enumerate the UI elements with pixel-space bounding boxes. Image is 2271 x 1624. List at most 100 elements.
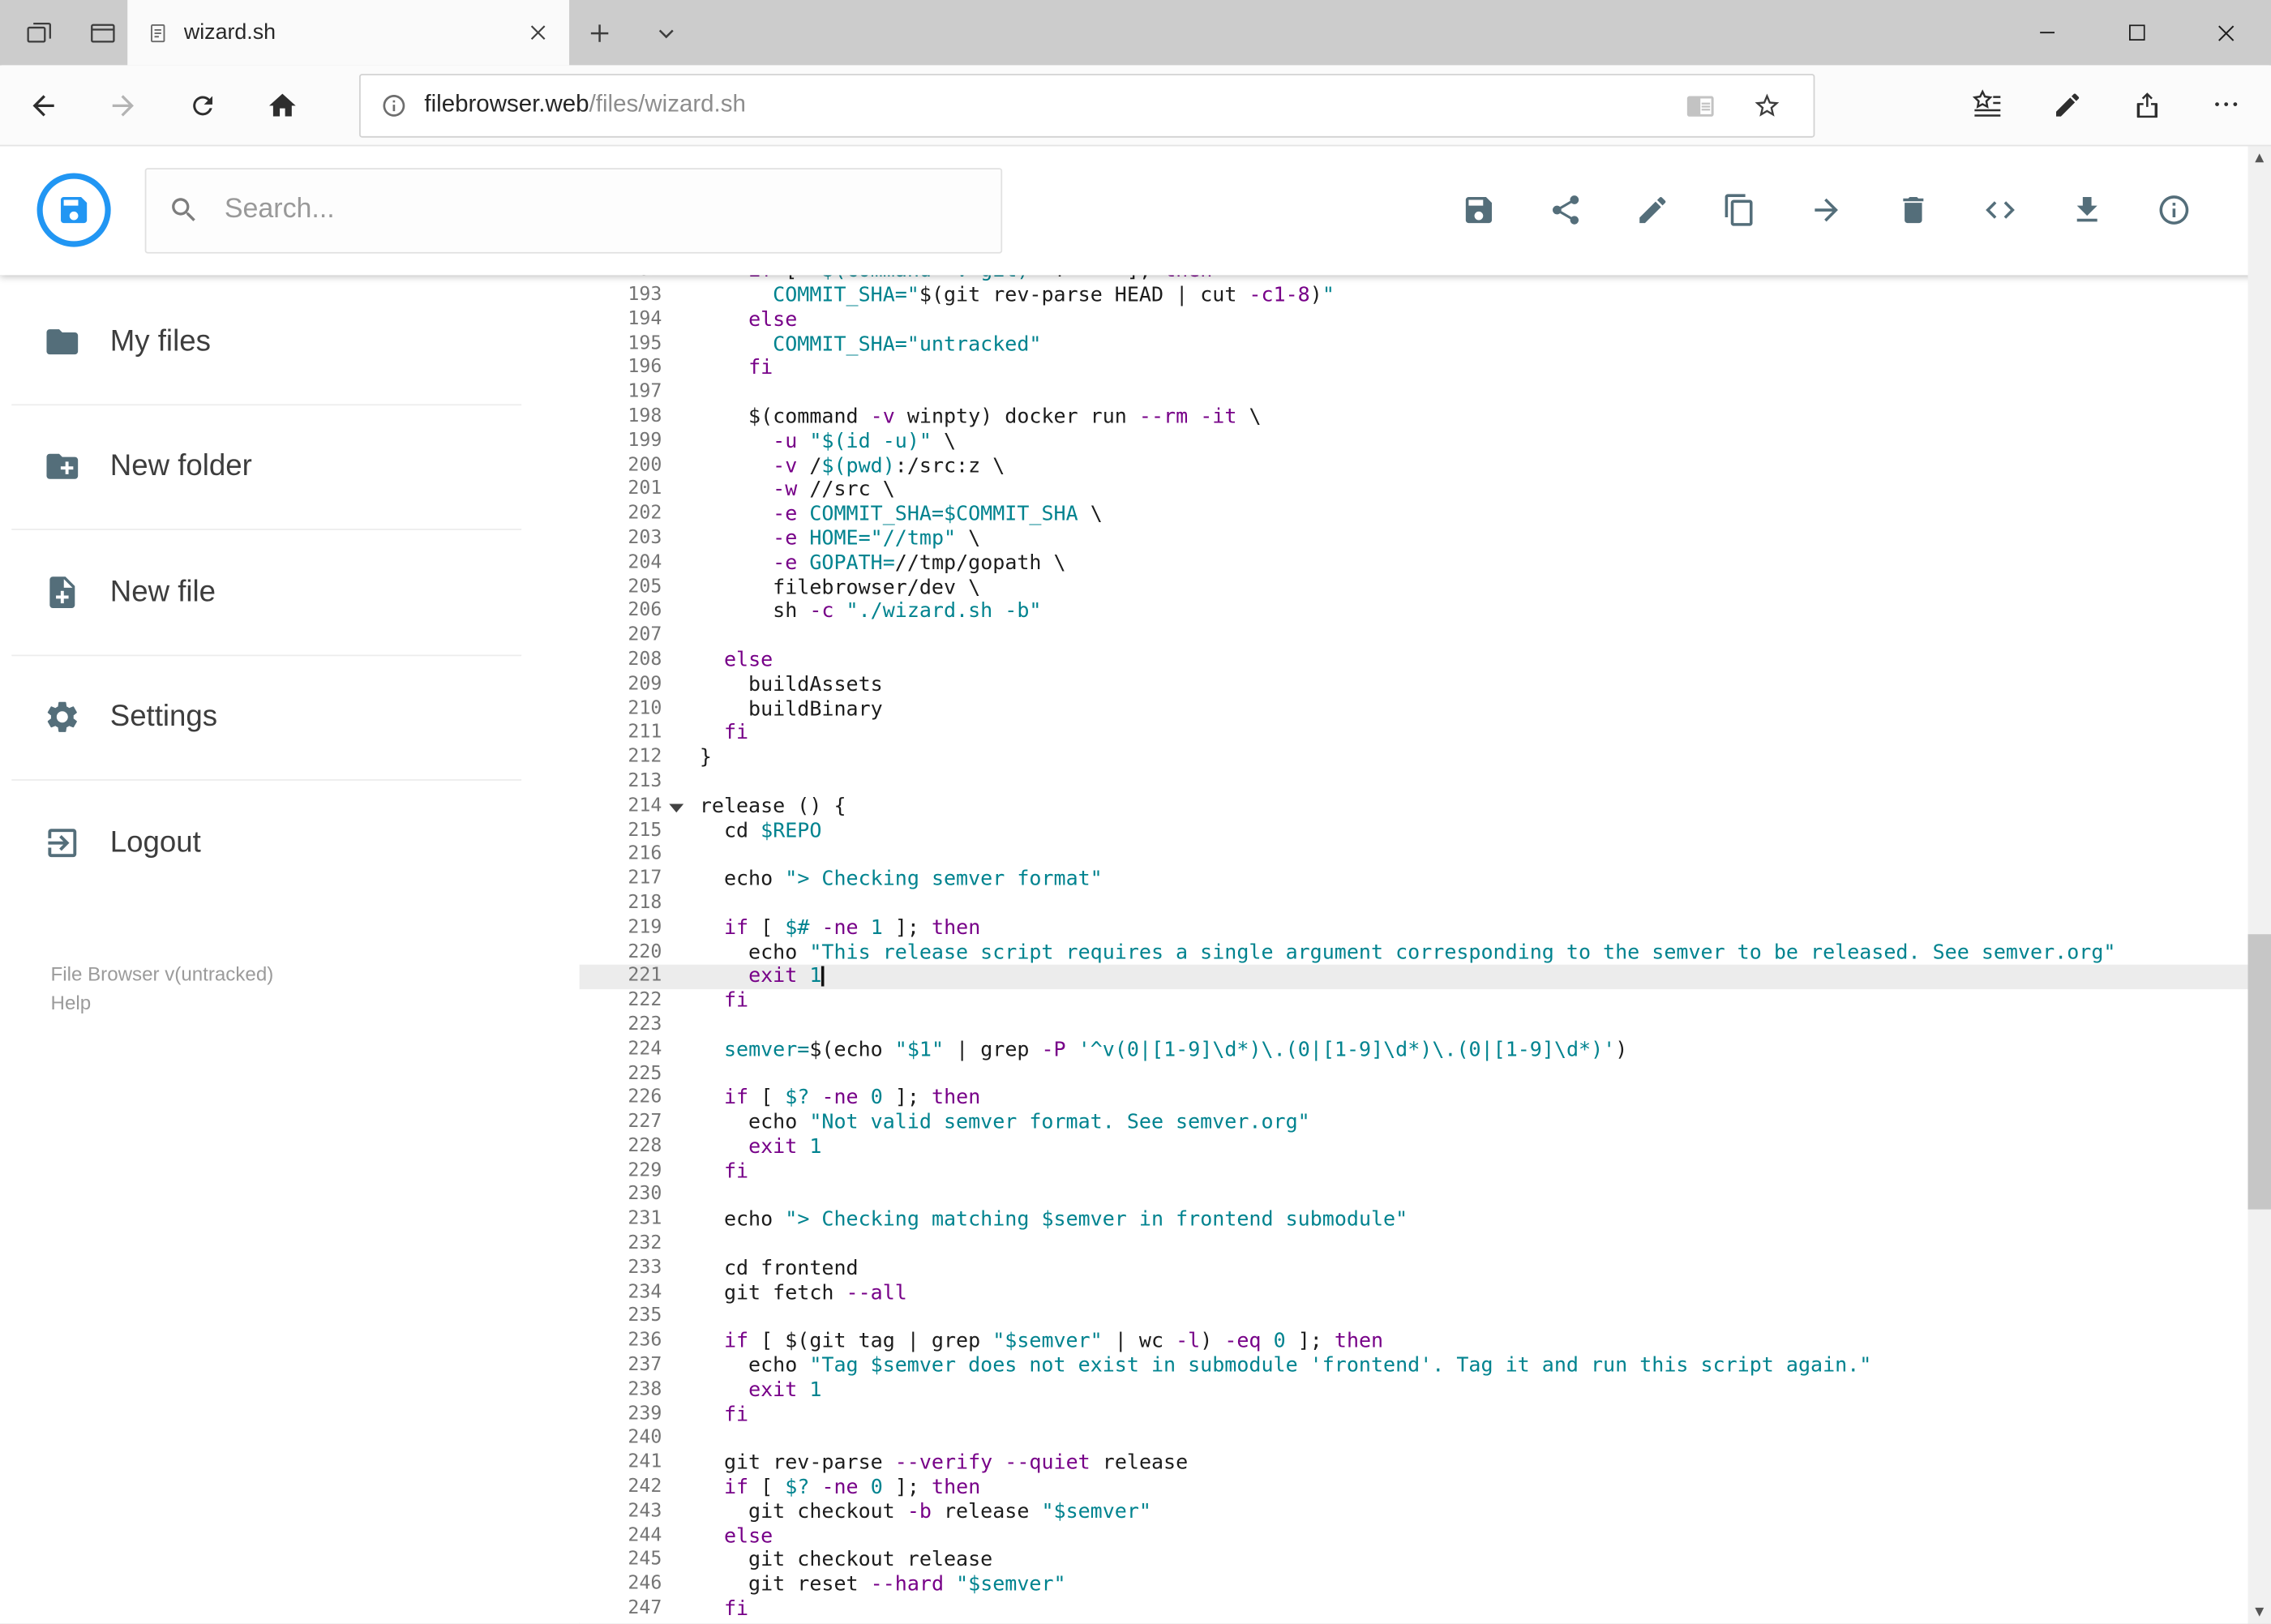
code-line-222[interactable]: 222 fi	[580, 989, 2248, 1013]
code-line-227[interactable]: 227 echo "Not valid semver format. See s…	[580, 1111, 2248, 1135]
code-line-205[interactable]: 205 filebrowser/dev \	[580, 576, 2248, 600]
code-line-192[interactable]: 192 if [ "$(command -v git)" != "" ]; th…	[580, 275, 2248, 284]
code-line-220[interactable]: 220 echo "This release script requires a…	[580, 941, 2248, 965]
code-line-242[interactable]: 242 if [ $? -ne 0 ]; then	[580, 1476, 2248, 1500]
tabs-aside-button[interactable]	[15, 0, 64, 65]
share-button[interactable]	[1549, 193, 1583, 228]
code-line-193[interactable]: 193 COMMIT_SHA="$(git rev-parse HEAD | c…	[580, 284, 2248, 308]
code-line-238[interactable]: 238 exit 1	[580, 1378, 2248, 1403]
minimize-button[interactable]	[2002, 0, 2092, 65]
code-line-213[interactable]: 213	[580, 770, 2248, 795]
delete-button[interactable]	[1896, 193, 1930, 228]
code-line-197[interactable]: 197	[580, 381, 2248, 405]
code-line-212[interactable]: 212}	[580, 746, 2248, 770]
code-line-236[interactable]: 236 if [ $(git tag | grep "$semver" | wc…	[580, 1330, 2248, 1354]
code-line-216[interactable]: 216	[580, 843, 2248, 868]
save-button[interactable]	[1461, 193, 1496, 228]
browser-tab[interactable]: wizard.sh	[127, 0, 570, 66]
code-editor[interactable]: 192 if [ "$(command -v git)" != "" ]; th…	[579, 275, 2248, 1624]
fold-marker-icon[interactable]	[662, 795, 699, 819]
rename-button[interactable]	[1635, 193, 1670, 228]
url-text[interactable]: filebrowser.web/files/wizard.sh	[424, 92, 745, 119]
info-button[interactable]	[2157, 193, 2192, 228]
help-link[interactable]: Help	[51, 992, 92, 1014]
scrollbar-thumb[interactable]	[2247, 934, 2271, 1210]
sidebar-item-new-file[interactable]: New file	[0, 530, 580, 654]
code-line-247[interactable]: 247 fi	[580, 1597, 2248, 1622]
code-line-194[interactable]: 194 else	[580, 308, 2248, 332]
code-line-234[interactable]: 234 git fetch --all	[580, 1281, 2248, 1305]
code-line-200[interactable]: 200 -v /$(pwd):/src:z \	[580, 454, 2248, 478]
code-line-223[interactable]: 223	[580, 1013, 2248, 1038]
code-line-208[interactable]: 208 else	[580, 649, 2248, 673]
code-line-237[interactable]: 237 echo "Tag $semver does not exist in …	[580, 1354, 2248, 1378]
back-button[interactable]	[11, 73, 75, 137]
tab-preview-button[interactable]	[78, 0, 127, 65]
code-line-202[interactable]: 202 -e COMMIT_SHA=$COMMIT_SHA \	[580, 503, 2248, 527]
hub-favorites-button[interactable]	[1956, 72, 2020, 136]
scroll-down-button[interactable]: ▼	[2247, 1599, 2271, 1623]
code-line-209[interactable]: 209 buildAssets	[580, 673, 2248, 697]
code-line-203[interactable]: 203 -e HOME="//tmp" \	[580, 527, 2248, 551]
source-code-button[interactable]	[1983, 193, 2018, 228]
code-line-244[interactable]: 244 else	[580, 1524, 2248, 1549]
code-line-245[interactable]: 245 git checkout release	[580, 1549, 2248, 1573]
code-line-243[interactable]: 243 git checkout -b release "$semver"	[580, 1500, 2248, 1524]
code-line-210[interactable]: 210 buildBinary	[580, 697, 2248, 722]
code-line-241[interactable]: 241 git rev-parse --verify --quiet relea…	[580, 1451, 2248, 1476]
code-line-239[interactable]: 239 fi	[580, 1403, 2248, 1427]
page-scrollbar[interactable]: ▲ ▼	[2247, 144, 2271, 1624]
app-logo[interactable]	[36, 173, 112, 248]
code-line-215[interactable]: 215 cd $REPO	[580, 819, 2248, 843]
sidebar-item-my-files[interactable]: My files	[0, 280, 580, 404]
site-info-icon[interactable]	[381, 92, 407, 118]
code-line-221[interactable]: 221 exit 1	[579, 965, 2248, 990]
search-box[interactable]	[144, 167, 1003, 253]
code-line-219[interactable]: 219 if [ $# -ne 1 ]; then	[580, 916, 2248, 941]
code-line-233[interactable]: 233 cd frontend	[580, 1257, 2248, 1281]
tab-list-chevron-button[interactable]	[641, 0, 691, 65]
code-line-217[interactable]: 217 echo "> Checking semver format"	[580, 868, 2248, 892]
share-page-button[interactable]	[2115, 72, 2179, 136]
move-button[interactable]	[1809, 193, 1844, 228]
web-note-button[interactable]	[2035, 72, 2099, 136]
code-line-246[interactable]: 246 git reset --hard "$semver"	[580, 1573, 2248, 1597]
more-options-button[interactable]	[2194, 72, 2258, 136]
code-line-235[interactable]: 235	[580, 1305, 2248, 1330]
code-line-195[interactable]: 195 COMMIT_SHA="untracked"	[580, 332, 2248, 357]
code-line-228[interactable]: 228 exit 1	[580, 1135, 2248, 1159]
code-line-240[interactable]: 240	[580, 1427, 2248, 1451]
code-line-207[interactable]: 207	[580, 624, 2248, 649]
refresh-button[interactable]	[171, 73, 235, 137]
sidebar-item-logout[interactable]: Logout	[0, 781, 580, 905]
code-line-225[interactable]: 225	[580, 1062, 2248, 1086]
code-line-211[interactable]: 211 fi	[580, 722, 2248, 746]
maximize-button[interactable]	[2092, 0, 2182, 65]
code-line-201[interactable]: 201 -w //src \	[580, 478, 2248, 503]
reading-view-button[interactable]	[1674, 79, 1726, 131]
address-bar[interactable]: filebrowser.web/files/wizard.sh	[359, 73, 1815, 137]
code-line-224[interactable]: 224 semver=$(echo "$1" | grep -P '^v(0|[…	[580, 1038, 2248, 1062]
code-line-198[interactable]: 198 $(command -v winpty) docker run --rm…	[580, 405, 2248, 430]
home-button[interactable]	[251, 73, 315, 137]
new-tab-button[interactable]	[575, 0, 624, 65]
code-line-230[interactable]: 230	[580, 1184, 2248, 1208]
copy-button[interactable]	[1722, 193, 1757, 228]
code-line-204[interactable]: 204 -e GOPATH=//tmp/gopath \	[580, 551, 2248, 576]
code-line-196[interactable]: 196 fi	[580, 357, 2248, 381]
search-input[interactable]	[221, 192, 979, 228]
code-line-199[interactable]: 199 -u "$(id -u)" \	[580, 430, 2248, 454]
close-window-button[interactable]	[2181, 0, 2271, 65]
scroll-up-button[interactable]: ▲	[2247, 145, 2271, 169]
download-button[interactable]	[2070, 193, 2105, 228]
code-line-231[interactable]: 231 echo "> Checking matching $semver in…	[580, 1208, 2248, 1232]
sidebar-item-settings[interactable]: Settings	[0, 655, 580, 779]
favorite-star-button[interactable]	[1741, 79, 1793, 131]
forward-button[interactable]	[92, 73, 156, 137]
code-line-226[interactable]: 226 if [ $? -ne 0 ]; then	[580, 1086, 2248, 1111]
code-line-218[interactable]: 218	[580, 892, 2248, 916]
sidebar-item-new-folder[interactable]: New folder	[0, 405, 580, 529]
code-line-214[interactable]: 214 release () {	[580, 795, 2248, 819]
code-line-232[interactable]: 232	[580, 1232, 2248, 1257]
tab-close-button[interactable]	[519, 14, 556, 51]
